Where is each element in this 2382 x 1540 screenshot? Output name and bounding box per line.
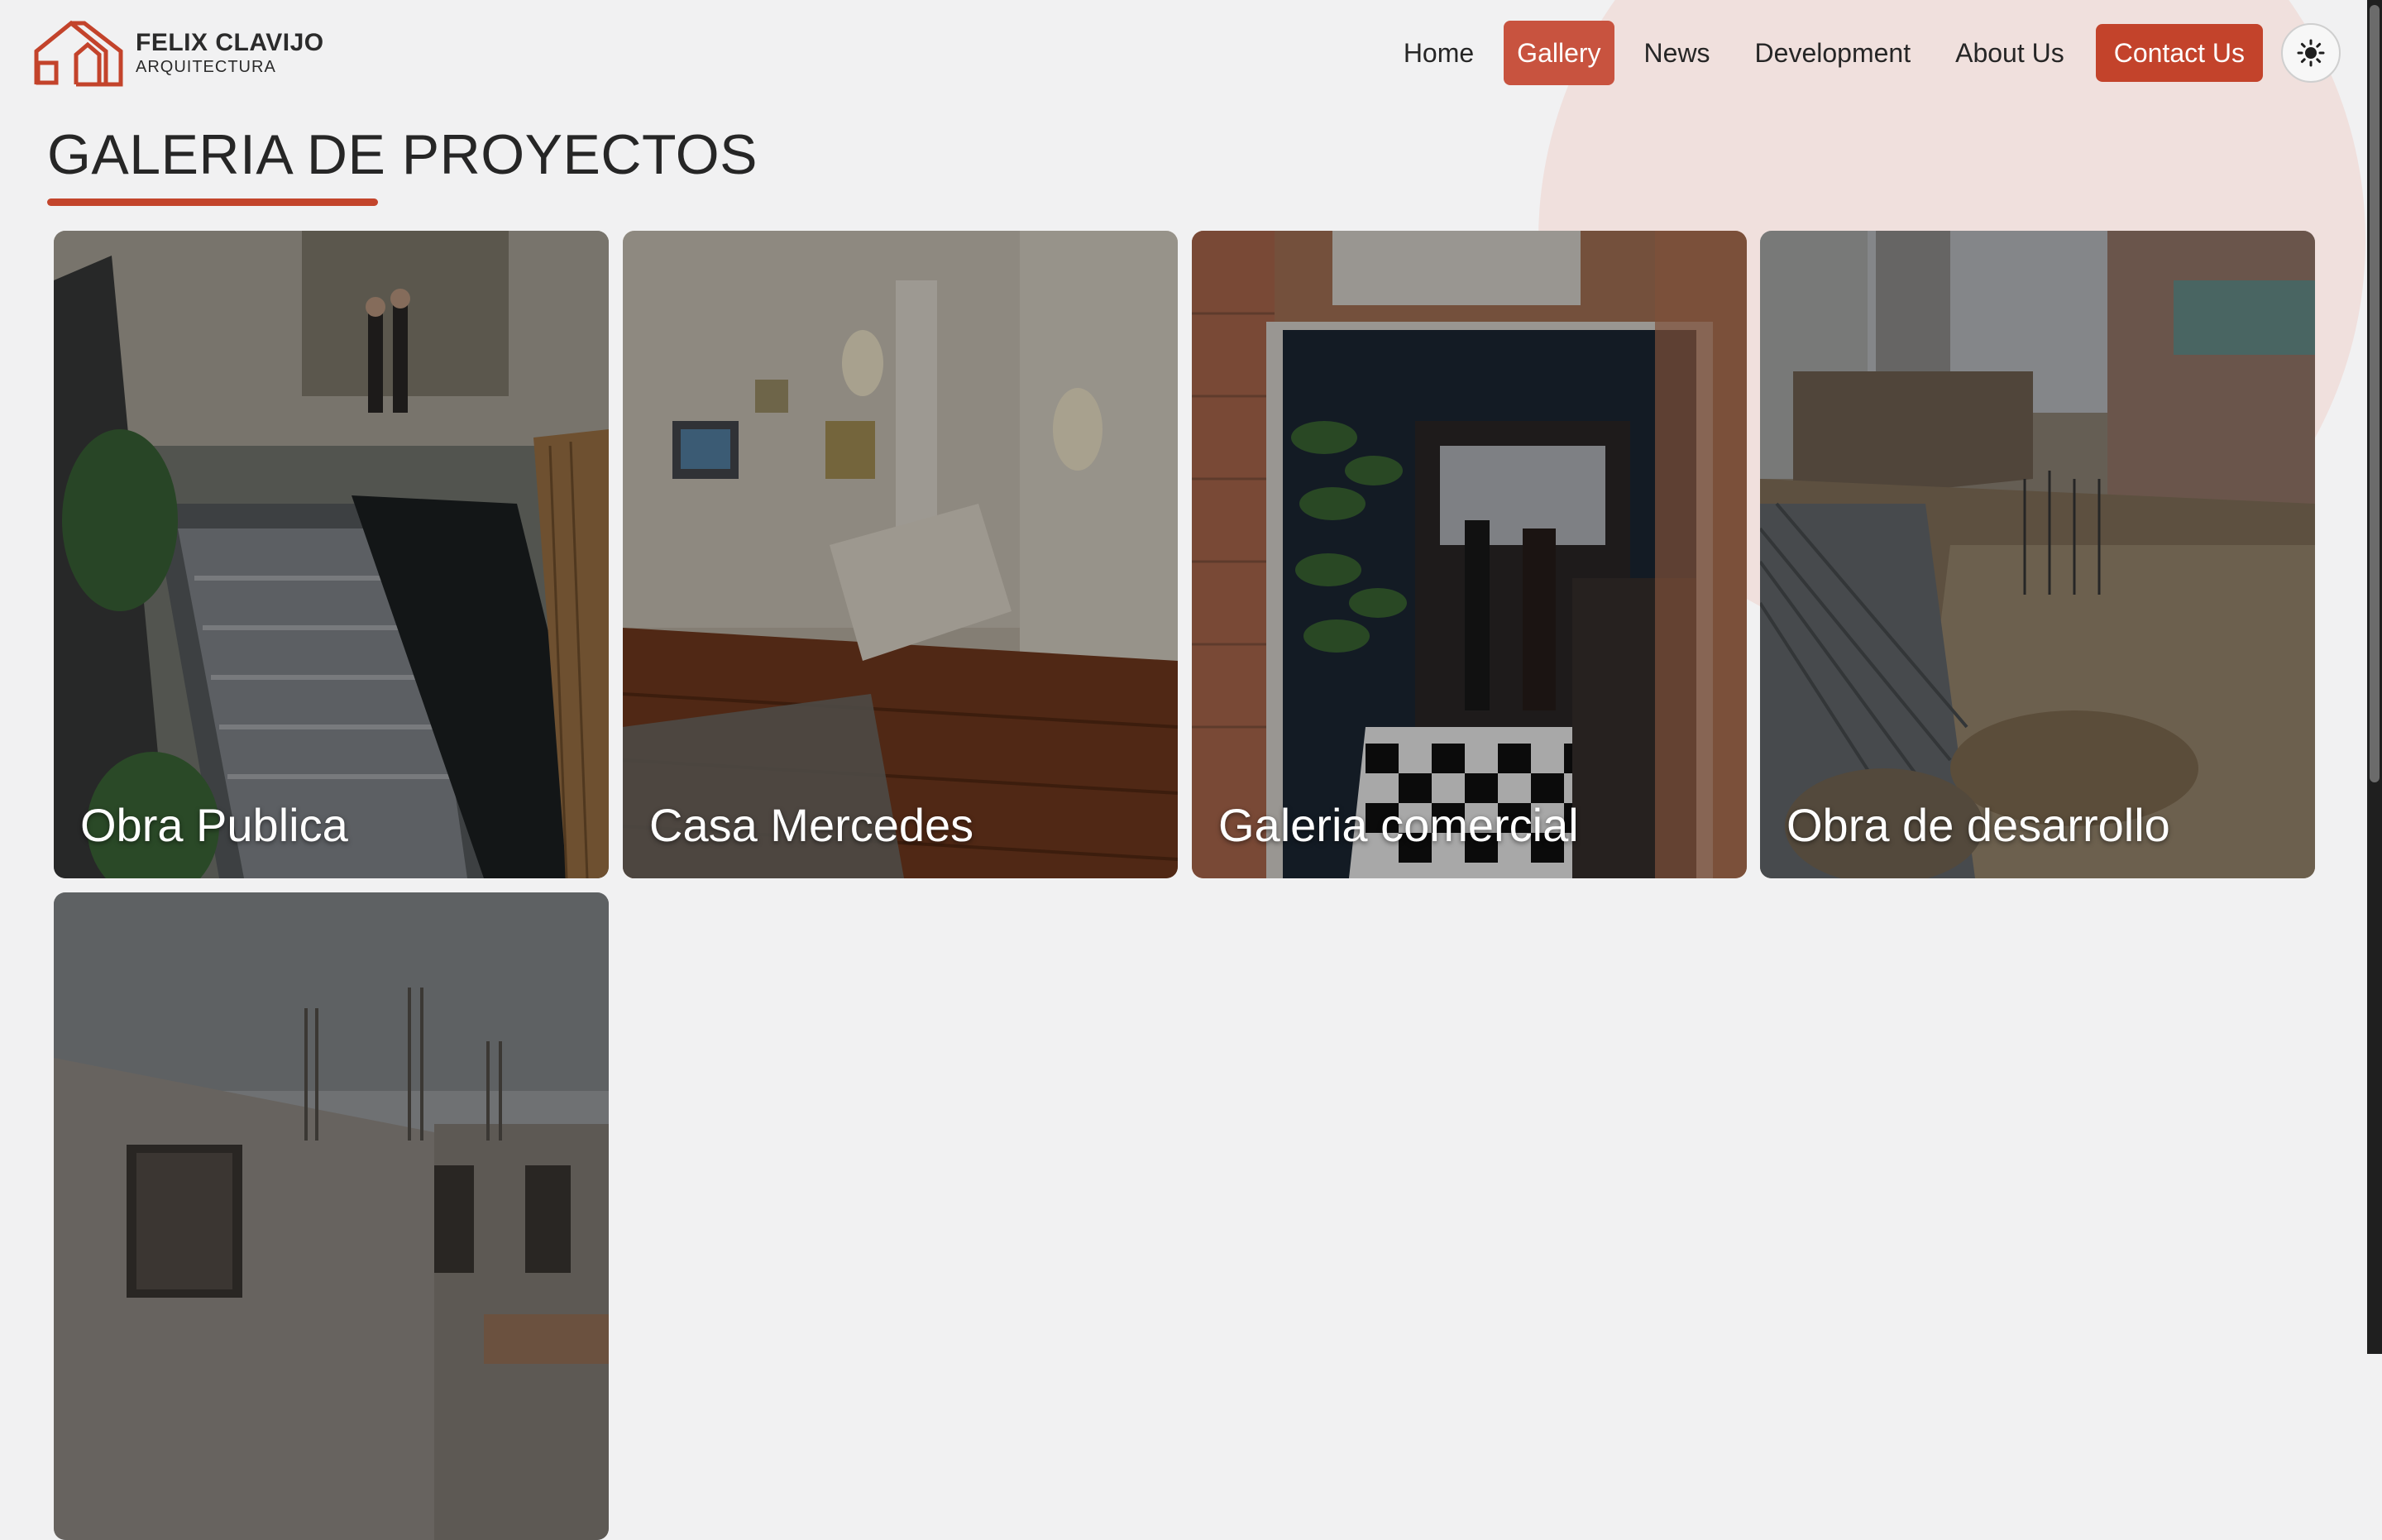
card-title: Galeria comercial <box>1218 799 1579 851</box>
contact-us-button[interactable]: Contact Us <box>2095 24 2263 82</box>
sun-icon <box>2297 39 2325 67</box>
card-title: Casa Mercedes <box>649 799 974 851</box>
gallery-card-casa-mercedes[interactable]: Casa Mercedes <box>623 231 1178 878</box>
brand-tagline: ARQUITECTURA <box>136 58 276 76</box>
title-underline <box>47 198 378 206</box>
gallery-card-obra-publica[interactable]: Obra Publica <box>54 231 609 878</box>
card-title: Obra Publica <box>80 799 348 851</box>
house-logo-icon <box>34 20 123 87</box>
nav-about-us[interactable]: About Us <box>1940 21 2079 85</box>
nav-news[interactable]: News <box>1629 21 1725 85</box>
theme-toggle-button[interactable] <box>2281 23 2341 83</box>
page-title: GALERIA DE PROYECTOS <box>47 123 758 186</box>
gallery-card-building[interactable] <box>54 892 609 1540</box>
gallery-card-galeria-comercial[interactable]: Galeria comercial <box>1192 231 1747 878</box>
main-nav: Home Gallery News Development About Us C… <box>1374 21 2341 85</box>
card-title: Obra de desarrollo <box>1786 799 2170 851</box>
brand-logo[interactable]: FELIX CLAVIJO ARQUITECTURA <box>33 18 324 88</box>
scrollbar-thumb[interactable] <box>2370 5 2380 782</box>
gallery-card-obra-de-desarrollo[interactable]: Obra de desarrollo <box>1760 231 2315 878</box>
scrollbar[interactable] <box>2367 0 2382 1354</box>
nav-gallery[interactable]: Gallery <box>1504 21 1614 85</box>
brand-name: FELIX CLAVIJO <box>136 29 324 56</box>
nav-development[interactable]: Development <box>1740 21 1926 85</box>
nav-home[interactable]: Home <box>1389 21 1489 85</box>
site-header: FELIX CLAVIJO ARQUITECTURA Home Gallery … <box>0 0 2367 108</box>
